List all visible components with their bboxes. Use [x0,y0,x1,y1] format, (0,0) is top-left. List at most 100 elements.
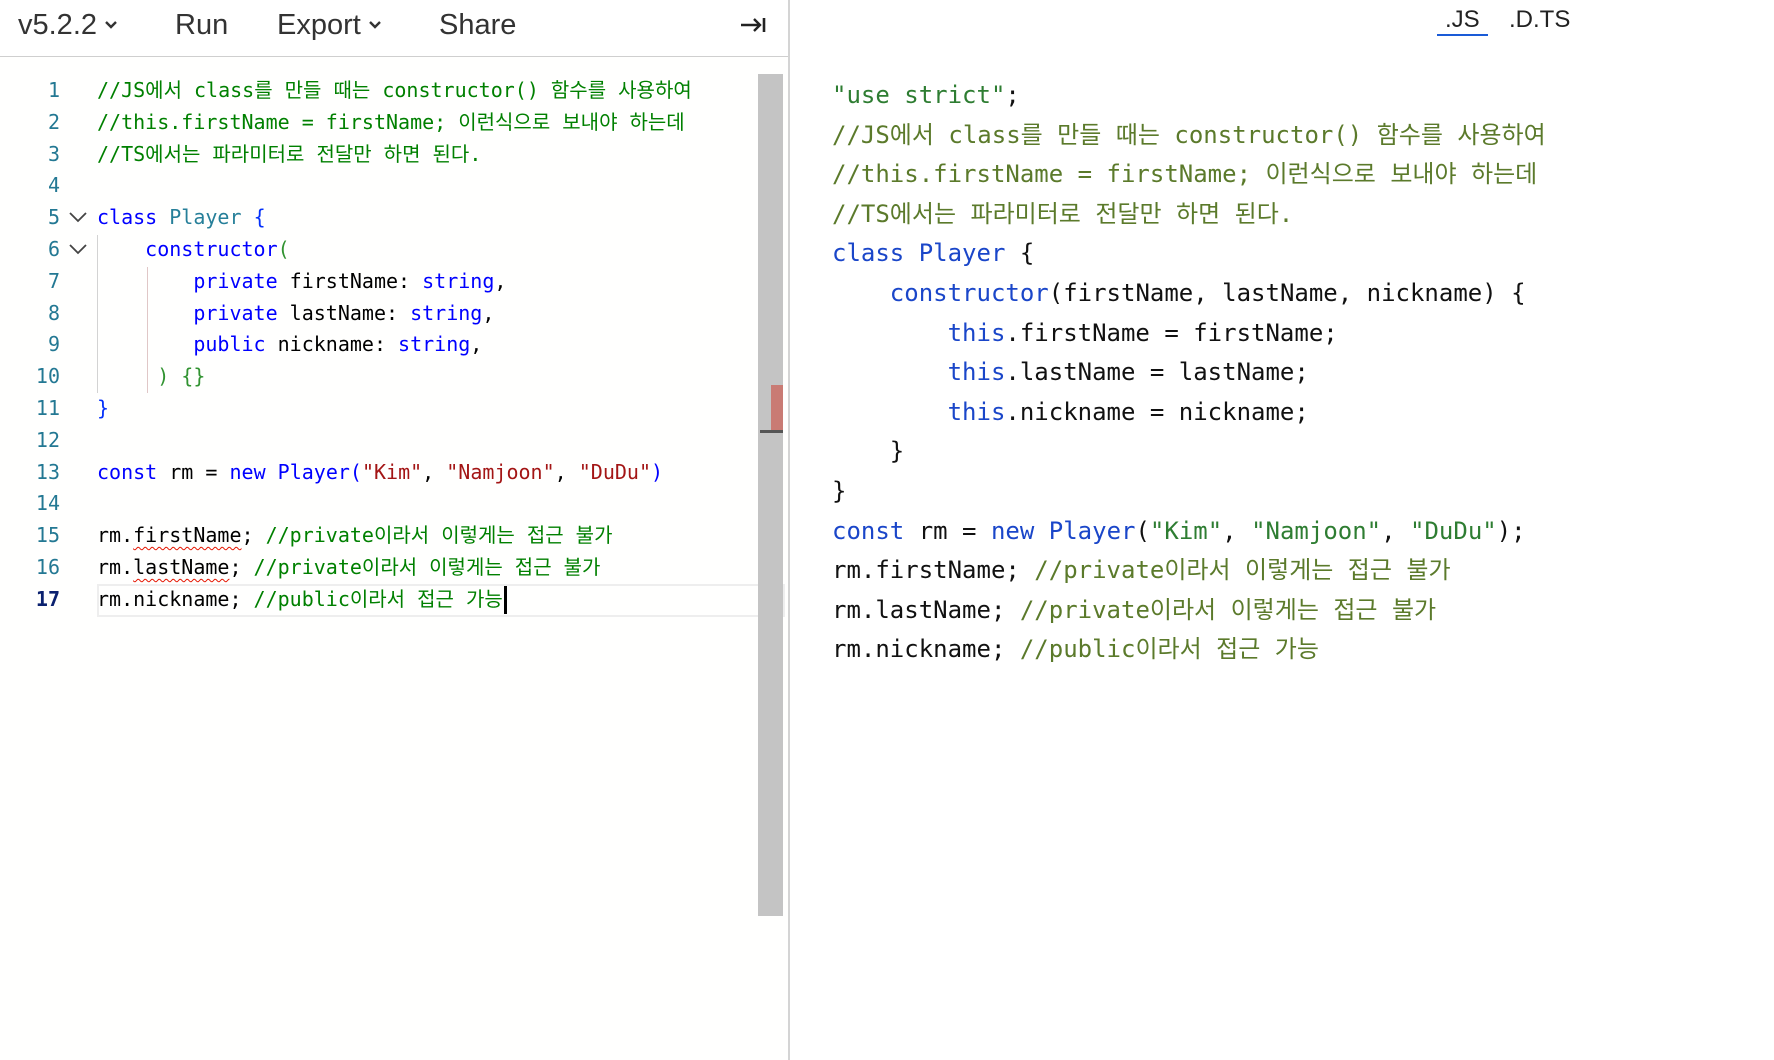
keyword: new [229,459,266,484]
string: "Kim" [361,459,423,484]
output-line: constructor(firstName, lastName, nicknam… [832,274,1546,314]
this-keyword: this [947,358,1006,387]
line-number-gutter: 1 2 3 4 5 6 7 8 9 10 11 12 13 14 15 16 17 [0,75,60,616]
brace: } [889,437,905,466]
chevron-down-icon [368,21,381,31]
output-line: rm.nickname; //public이라서 접근 가능 [832,635,1319,664]
line-number: 2 [47,109,60,134]
output-line: "use strict"; [832,81,1020,109]
params: (firstName, lastName, nickname) { [1048,278,1526,307]
code-lines[interactable]: //JS에서 class를 만들 때는 constructor() 함수를 사용… [97,75,785,617]
collapse-sidebar-button[interactable] [738,10,768,40]
export-label: Export [277,9,361,41]
output-line: rm.firstName; //private이라서 이렇게는 접근 불가 [832,556,1451,585]
export-menu-button[interactable]: Export [277,5,381,45]
comment: //public이라서 접근 가능 [253,586,503,611]
comment: //private이라서 이렇게는 접근 불가 [1034,556,1451,585]
string: "DuDu" [578,459,651,484]
tab-js[interactable]: .JS [1437,6,1488,36]
vertical-scrollbar[interactable] [758,74,783,916]
line-number: 17 [35,586,60,611]
string: "Namjoon" [446,459,555,484]
output-line: //TS에서는 파라미터로 전달만 하면 된다. [832,195,1546,235]
type: string [410,300,483,325]
code-line: rm.lastName; //private이라서 이렇게는 접근 불가 [97,554,601,579]
chevron-down-icon [105,21,117,31]
assignment: .lastName = lastName; [1005,358,1309,387]
share-button[interactable]: Share [439,5,516,45]
brace: } [832,476,847,505]
code-line: constructor( [97,234,748,266]
line-number: 11 [35,395,60,420]
code-line: rm.firstName; //private이라서 이렇게는 접근 불가 [97,523,613,548]
line-number: 5 [47,205,60,230]
scrollbar-cursor-marker [760,430,783,433]
modifier: public [193,332,266,357]
comment: //TS에서는 파라미터로 전달만 하면 된다. [832,199,1294,228]
error-property[interactable]: firstName [133,523,241,547]
error-property[interactable]: lastName [133,555,229,579]
output-line: this.nickname = nickname; [832,393,1546,433]
code-line: private firstName: string, [193,268,507,293]
line-number: 1 [47,78,60,102]
comment: //JS에서 class를 만들 때는 constructor() 함수를 사용… [97,78,692,102]
fold-toggle[interactable] [64,202,94,234]
code-line: public nickname: string, [193,332,483,357]
line-number: 4 [47,173,60,198]
code-editor[interactable]: 1 2 3 4 5 6 7 8 9 10 11 12 13 14 15 16 17 //JS에서 class를 … [0,57,788,1060]
tab-dts[interactable]: .D.TS [1509,6,1570,34]
line-number: 13 [35,459,60,484]
comment: //private이라서 이렇게는 접근 불가 [265,523,613,548]
keyword: const [832,516,905,545]
brace: } [97,395,110,420]
keyword: const [97,459,158,484]
class-name: Player [277,459,350,484]
line-number: 10 [35,364,60,389]
code-line: //TS에서는 파라미터로 전달만 하면 된다. [97,139,748,171]
keyword: class [832,239,905,268]
string: "Namjoon" [1251,516,1382,545]
run-button[interactable]: Run [175,5,228,45]
arrow-right-to-bar-icon [738,15,768,47]
assignment: .firstName = firstName; [1005,318,1338,347]
param-name: lastName [289,300,386,325]
type: string [422,268,495,293]
comment: //this.firstName = firstName; 이런식으로 보내야 … [97,109,685,134]
class-name: Player [1048,516,1136,545]
output-line: //this.firstName = firstName; 이런식으로 보내야 … [832,155,1546,195]
this-keyword: this [947,397,1006,426]
output-line: } [832,432,1546,472]
string: "DuDu" [1410,516,1497,545]
fold-toggle[interactable] [64,234,94,266]
comment: //private이라서 이렇게는 접근 불가 [253,554,601,579]
scrollbar-error-marker [771,385,783,431]
output-line: rm.lastName; //private이라서 이렇게는 접근 불가 [832,595,1437,624]
code-line: class Player { [97,202,748,234]
version-select[interactable]: v5.2.2 [18,5,117,45]
type: string [398,332,471,357]
this-keyword: this [947,318,1006,347]
param-name: firstName [289,268,399,293]
code-line-current: rm.nickname; //public이라서 접근 가능 [97,583,785,617]
output-line: const rm = new Player("Kim", "Namjoon", … [832,516,1526,545]
version-label: v5.2.2 [18,9,97,41]
comment: //this.firstName = firstName; 이런식으로 보내야 … [832,160,1538,189]
code-line: private lastName: string, [193,300,495,325]
variable: rm [169,459,194,484]
modifier: private [193,268,278,293]
paren-brace: ) {} [157,364,206,389]
constructor-keyword: constructor [145,236,278,261]
comment: //TS에서는 파라미터로 전달만 하면 된다. [97,141,482,166]
comment: //JS에서 class를 만들 때는 constructor() 함수를 사용… [832,120,1546,149]
line-number: 6 [47,236,60,261]
code-line: } [97,393,748,425]
line-number: 3 [47,141,60,166]
output-line: class Player { [832,239,1035,268]
keyword: class [97,205,158,230]
string: "Kim" [1149,516,1223,545]
code-line: //JS에서 class를 만들 때는 constructor() 함수를 사용… [97,75,748,107]
output-line: //JS에서 class를 만들 때는 constructor() 함수를 사용… [832,116,1546,156]
fold-gutter [64,75,94,266]
property: nickname [133,586,230,611]
